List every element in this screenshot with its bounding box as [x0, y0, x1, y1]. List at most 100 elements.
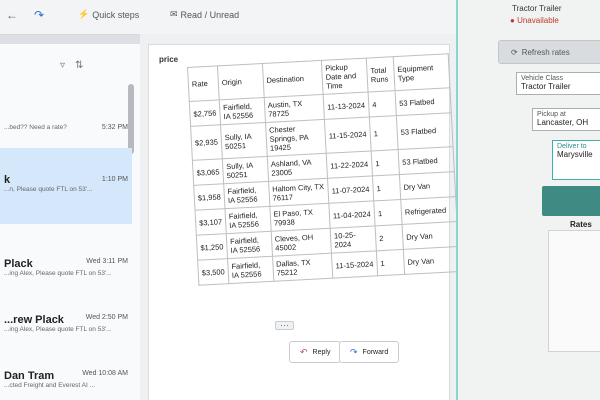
read-unread-label: Read / Unread	[180, 9, 240, 20]
message-list: ▿ ⇅ 5:32 PM ...bed?? Need a rate? k 1:10…	[0, 44, 141, 400]
header-rate: Rate	[187, 65, 220, 102]
cell-origin: Sully, IA 50251	[220, 122, 267, 159]
vehicle-class-label: Vehicle Class	[521, 75, 564, 82]
cell-destination: El Paso, TX 79938	[269, 203, 331, 232]
message-time: Wed 2:50 PM	[85, 314, 128, 321]
forward-button[interactable]: ↷ Forward	[339, 341, 400, 363]
outlook-window: ← ↷ ⚡ Quick steps ✉ Read / Unread ▿ ⇅ 5:…	[0, 0, 600, 400]
cell-runs: 1	[372, 174, 401, 201]
quick-steps-button[interactable]: ⚡ Quick steps	[78, 9, 139, 20]
email-body: price Rate Origin Destination Pickup Dat…	[148, 44, 460, 400]
cell-pickup: 11-15-2024	[324, 117, 372, 154]
show-trimmed-content-button[interactable]: ···	[275, 321, 294, 330]
rates-card	[548, 230, 600, 352]
refresh-rates-button[interactable]: ⟳ Refresh rates	[498, 40, 600, 64]
cell-destination: Austin, TX 78725	[263, 94, 325, 123]
status-badge: ● Unavailable	[510, 16, 559, 25]
message-snippet: ...cted Freight and Everest AI ...	[4, 382, 96, 389]
header-equipment: Equipment Type	[393, 53, 450, 91]
sort-icon[interactable]: ⇅	[75, 60, 83, 71]
reply-arrow-icon: ↶	[300, 346, 308, 357]
message-time: Wed 3:11 PM	[86, 258, 128, 265]
cell-equipment: Dry Van	[399, 171, 456, 200]
cell-pickup: 11-15-2024	[331, 250, 378, 279]
cell-pickup: 11-07-2024	[327, 175, 374, 204]
message-snippet: ...ing Alex, Please quote FTL on 53'...	[4, 270, 112, 277]
cell-runs: 2	[375, 224, 404, 251]
list-item-selected[interactable]: k 1:10 PM ...n, Please quote FTL on 53'.…	[0, 148, 132, 224]
cell-runs: 1	[369, 115, 399, 151]
vehicle-header: Tractor Trailer	[512, 4, 562, 13]
quick-steps-label: Quick steps	[92, 9, 140, 20]
vehicle-class-value: Tractor Trailer	[521, 82, 571, 91]
reading-pane: price Rate Origin Destination Pickup Dat…	[140, 34, 460, 400]
list-item[interactable]: 5:32 PM ...bed?? Need a rate?	[0, 124, 132, 131]
cell-pickup: 11-22-2024	[326, 150, 373, 179]
reply-button[interactable]: ↶ Reply	[289, 341, 342, 363]
message-snippet: ...n, Please quote FTL on 53'...	[4, 186, 93, 193]
cell-rate: $3,107	[195, 208, 227, 236]
read-unread-button[interactable]: ✉ Read / Unread	[170, 9, 239, 20]
list-item[interactable]: ...rew Plack Wed 2:50 PM ...ing Alex, Pl…	[0, 314, 132, 333]
cell-origin: Fairfield, IA 52556	[226, 231, 273, 259]
cell-pickup: 11-13-2024	[323, 92, 370, 120]
header-pickup: Pickup Date and Time	[321, 58, 369, 95]
cell-runs: 1	[373, 199, 403, 226]
cell-origin: Fairfield, IA 52556	[227, 256, 274, 284]
cell-destination: Dallas, TX 75212	[272, 253, 333, 282]
cell-rate: $2,935	[190, 124, 223, 161]
cell-destination: Chester Springs, PA 19425	[265, 119, 327, 157]
get-rates-button[interactable]	[542, 186, 600, 216]
back-arrow-icon[interactable]: ←	[6, 8, 18, 22]
deliver-value: Marysville	[557, 150, 593, 159]
rates-heading: Rates	[570, 220, 592, 229]
status-dot-icon: ●	[510, 16, 515, 25]
deliver-field[interactable]: Deliver to Marysville	[552, 140, 600, 180]
undo-icon[interactable]: ↷	[34, 8, 44, 22]
cell-runs: 4	[368, 90, 397, 118]
rates-table: Rate Origin Destination Pickup Date and …	[187, 53, 460, 286]
forward-arrow-icon: ↷	[350, 346, 358, 357]
envelope-icon: ✉	[170, 9, 178, 19]
pickup-label: Pickup at	[537, 111, 566, 118]
header-origin: Origin	[217, 63, 264, 100]
cell-origin: Sully, IA 50251	[222, 156, 269, 184]
cell-rate: $3,500	[197, 258, 229, 286]
cell-equipment: 53 Flatbed	[396, 112, 454, 150]
ribbon-toolbar: ← ↷ ⚡ Quick steps ✉ Read / Unread	[0, 0, 470, 35]
cell-origin: Fairfield, IA 52556	[224, 206, 271, 234]
list-scrollbar[interactable]	[128, 84, 134, 154]
cell-rate: $3,065	[192, 158, 224, 186]
cell-destination: Haltom City, TX 76117	[268, 178, 329, 207]
side-panel: Tractor Trailer ● Unavailable ⟳ Refresh …	[456, 0, 600, 400]
lightning-icon: ⚡	[78, 9, 90, 19]
cell-destination: Cleves, OH 45002	[270, 228, 332, 257]
cell-rate: $1,250	[196, 233, 228, 261]
cell-rate: $1,958	[193, 183, 225, 211]
message-time: 1:10 PM	[101, 176, 128, 183]
pickup-value: Lancaster, OH	[537, 118, 589, 127]
refresh-label: Refresh rates	[521, 47, 570, 57]
cell-equipment: 53 Flatbed	[395, 87, 452, 116]
cell-runs: 1	[376, 249, 405, 276]
subject-fragment: price	[159, 55, 179, 64]
cell-rate: $2,756	[189, 99, 221, 127]
message-time: Wed 10:08 AM	[82, 370, 128, 377]
cell-origin: Fairfield, IA 52556	[219, 97, 266, 125]
vehicle-class-field[interactable]: Vehicle Class Tractor Trailer	[516, 72, 600, 95]
cell-destination: Ashland, VA 23005	[266, 153, 328, 182]
filter-icon[interactable]: ▿	[60, 60, 65, 71]
header-destination: Destination	[262, 60, 324, 98]
list-item[interactable]: Dan Tram Wed 10:08 AM ...cted Freight an…	[0, 370, 132, 389]
status-text: Unavailable	[517, 16, 559, 25]
cell-pickup: 10-25-2024	[330, 225, 377, 254]
cell-equipment: Refrigerated	[400, 196, 457, 225]
deliver-label: Deliver to	[557, 143, 587, 150]
cell-equipment: Dry Van	[403, 246, 460, 275]
cell-runs: 1	[371, 149, 400, 176]
list-item[interactable]: Plack Wed 3:11 PM ...ing Alex, Please qu…	[0, 258, 132, 277]
header-total-runs: Total Runs	[366, 56, 396, 93]
cell-origin: Fairfield, IA 52556	[223, 181, 270, 209]
list-tools: ▿ ⇅	[60, 60, 83, 71]
pickup-field[interactable]: Pickup at Lancaster, OH	[532, 108, 600, 131]
